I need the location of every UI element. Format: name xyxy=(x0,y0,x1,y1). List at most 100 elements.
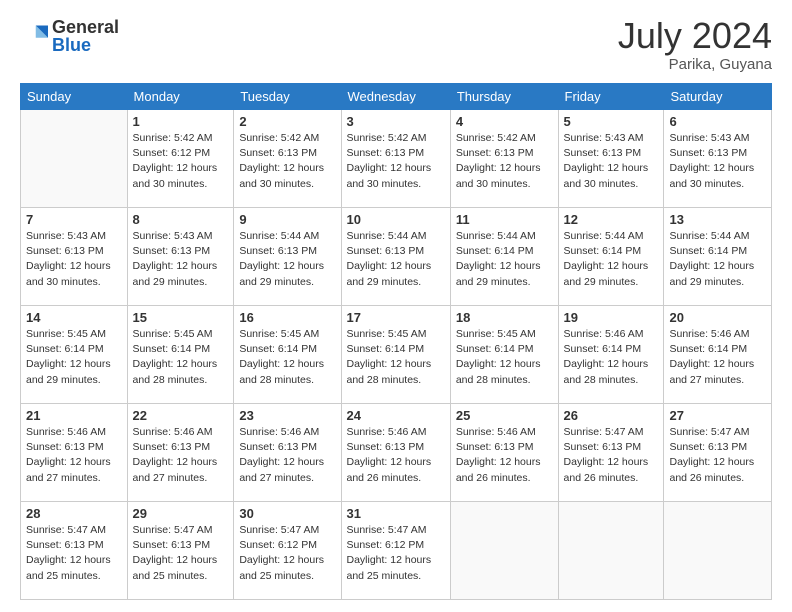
day-number: 16 xyxy=(239,310,335,325)
calendar-cell: 2 Sunrise: 5:42 AMSunset: 6:13 PMDaylight… xyxy=(234,110,341,208)
day-number: 29 xyxy=(133,506,229,521)
day-info: Sunrise: 5:42 AMSunset: 6:13 PMDaylight:… xyxy=(239,131,335,192)
day-number: 26 xyxy=(564,408,659,423)
day-number: 8 xyxy=(133,212,229,227)
day-info: Sunrise: 5:47 AMSunset: 6:12 PMDaylight:… xyxy=(239,523,335,584)
col-thursday: Thursday xyxy=(450,84,558,110)
calendar-week-row: 1Sunrise: 5:42 AMSunset: 6:12 PMDaylight… xyxy=(21,110,772,208)
day-number: 9 xyxy=(239,212,335,227)
calendar-table: Sunday Monday Tuesday Wednesday Thursday… xyxy=(20,83,772,600)
day-info: Sunrise: 5:45 AMSunset: 6:14 PMDaylight:… xyxy=(26,327,122,388)
header-row: Sunday Monday Tuesday Wednesday Thursday… xyxy=(21,84,772,110)
logo: General Blue xyxy=(20,18,119,54)
calendar-cell: 23 Sunrise: 5:46 AMSunset: 6:13 PMDayligh… xyxy=(234,404,341,502)
day-info: Sunrise: 5:46 AMSunset: 6:13 PMDaylight:… xyxy=(456,425,553,486)
calendar-cell xyxy=(558,502,664,600)
col-saturday: Saturday xyxy=(664,84,772,110)
calendar-page: General Blue July 2024 Parika, Guyana Su… xyxy=(0,0,792,612)
day-number: 17 xyxy=(347,310,445,325)
day-number: 4 xyxy=(456,114,553,129)
day-info: Sunrise: 5:46 AMSunset: 6:13 PMDaylight:… xyxy=(133,425,229,486)
calendar-cell: 29 Sunrise: 5:47 AMSunset: 6:13 PMDayligh… xyxy=(127,502,234,600)
calendar-week-row: 21 Sunrise: 5:46 AMSunset: 6:13 PMDayligh… xyxy=(21,404,772,502)
day-info: Sunrise: 5:46 AMSunset: 6:13 PMDaylight:… xyxy=(239,425,335,486)
day-number: 15 xyxy=(133,310,229,325)
col-sunday: Sunday xyxy=(21,84,128,110)
day-info: Sunrise: 5:43 AMSunset: 6:13 PMDaylight:… xyxy=(133,229,229,290)
day-info: Sunrise: 5:46 AMSunset: 6:13 PMDaylight:… xyxy=(347,425,445,486)
calendar-cell: 12Sunrise: 5:44 AMSunset: 6:14 PMDayligh… xyxy=(558,208,664,306)
day-number: 2 xyxy=(239,114,335,129)
calendar-location: Parika, Guyana xyxy=(618,56,772,73)
day-info: Sunrise: 5:47 AMSunset: 6:13 PMDaylight:… xyxy=(564,425,659,486)
logo-blue-text: Blue xyxy=(52,35,91,55)
calendar-week-row: 14Sunrise: 5:45 AMSunset: 6:14 PMDayligh… xyxy=(21,306,772,404)
calendar-cell xyxy=(664,502,772,600)
calendar-cell: 28Sunrise: 5:47 AMSunset: 6:13 PMDayligh… xyxy=(21,502,128,600)
col-monday: Monday xyxy=(127,84,234,110)
day-info: Sunrise: 5:44 AMSunset: 6:14 PMDaylight:… xyxy=(456,229,553,290)
logo-general-text: General xyxy=(52,17,119,37)
calendar-cell: 10Sunrise: 5:44 AMSunset: 6:13 PMDayligh… xyxy=(341,208,450,306)
calendar-cell: 30 Sunrise: 5:47 AMSunset: 6:12 PMDayligh… xyxy=(234,502,341,600)
col-friday: Friday xyxy=(558,84,664,110)
calendar-cell xyxy=(21,110,128,208)
calendar-cell: 27Sunrise: 5:47 AMSunset: 6:13 PMDayligh… xyxy=(664,404,772,502)
calendar-cell: 26 Sunrise: 5:47 AMSunset: 6:13 PMDayligh… xyxy=(558,404,664,502)
calendar-cell: 6Sunrise: 5:43 AMSunset: 6:13 PMDaylight… xyxy=(664,110,772,208)
day-info: Sunrise: 5:47 AMSunset: 6:13 PMDaylight:… xyxy=(26,523,122,584)
calendar-cell: 25 Sunrise: 5:46 AMSunset: 6:13 PMDayligh… xyxy=(450,404,558,502)
day-info: Sunrise: 5:45 AMSunset: 6:14 PMDaylight:… xyxy=(239,327,335,388)
day-info: Sunrise: 5:42 AMSunset: 6:12 PMDaylight:… xyxy=(133,131,229,192)
calendar-cell: 15Sunrise: 5:45 AMSunset: 6:14 PMDayligh… xyxy=(127,306,234,404)
day-number: 21 xyxy=(26,408,122,423)
day-number: 7 xyxy=(26,212,122,227)
header: General Blue July 2024 Parika, Guyana xyxy=(20,18,772,73)
col-wednesday: Wednesday xyxy=(341,84,450,110)
calendar-week-row: 28Sunrise: 5:47 AMSunset: 6:13 PMDayligh… xyxy=(21,502,772,600)
logo-icon xyxy=(20,22,48,50)
day-number: 11 xyxy=(456,212,553,227)
calendar-cell: 3Sunrise: 5:42 AMSunset: 6:13 PMDaylight… xyxy=(341,110,450,208)
day-info: Sunrise: 5:46 AMSunset: 6:14 PMDaylight:… xyxy=(669,327,766,388)
day-number: 5 xyxy=(564,114,659,129)
calendar-cell: 14Sunrise: 5:45 AMSunset: 6:14 PMDayligh… xyxy=(21,306,128,404)
day-number: 31 xyxy=(347,506,445,521)
calendar-cell: 18 Sunrise: 5:45 AMSunset: 6:14 PMDayligh… xyxy=(450,306,558,404)
day-number: 19 xyxy=(564,310,659,325)
day-number: 27 xyxy=(669,408,766,423)
calendar-cell: 16 Sunrise: 5:45 AMSunset: 6:14 PMDayligh… xyxy=(234,306,341,404)
day-info: Sunrise: 5:45 AMSunset: 6:14 PMDaylight:… xyxy=(456,327,553,388)
day-info: Sunrise: 5:43 AMSunset: 6:13 PMDaylight:… xyxy=(564,131,659,192)
day-info: Sunrise: 5:46 AMSunset: 6:14 PMDaylight:… xyxy=(564,327,659,388)
day-number: 13 xyxy=(669,212,766,227)
day-info: Sunrise: 5:47 AMSunset: 6:13 PMDaylight:… xyxy=(133,523,229,584)
day-info: Sunrise: 5:47 AMSunset: 6:12 PMDaylight:… xyxy=(347,523,445,584)
day-number: 18 xyxy=(456,310,553,325)
calendar-week-row: 7 Sunrise: 5:43 AMSunset: 6:13 PMDaylight… xyxy=(21,208,772,306)
calendar-title: July 2024 xyxy=(618,18,772,54)
calendar-cell: 19 Sunrise: 5:46 AMSunset: 6:14 PMDayligh… xyxy=(558,306,664,404)
calendar-cell: 17Sunrise: 5:45 AMSunset: 6:14 PMDayligh… xyxy=(341,306,450,404)
day-number: 25 xyxy=(456,408,553,423)
calendar-cell: 4Sunrise: 5:42 AMSunset: 6:13 PMDaylight… xyxy=(450,110,558,208)
calendar-cell: 9 Sunrise: 5:44 AMSunset: 6:13 PMDaylight… xyxy=(234,208,341,306)
calendar-cell: 11 Sunrise: 5:44 AMSunset: 6:14 PMDayligh… xyxy=(450,208,558,306)
day-number: 30 xyxy=(239,506,335,521)
calendar-cell: 1Sunrise: 5:42 AMSunset: 6:12 PMDaylight… xyxy=(127,110,234,208)
day-info: Sunrise: 5:43 AMSunset: 6:13 PMDaylight:… xyxy=(669,131,766,192)
day-info: Sunrise: 5:42 AMSunset: 6:13 PMDaylight:… xyxy=(347,131,445,192)
calendar-cell xyxy=(450,502,558,600)
calendar-cell: 31 Sunrise: 5:47 AMSunset: 6:12 PMDayligh… xyxy=(341,502,450,600)
day-number: 23 xyxy=(239,408,335,423)
col-tuesday: Tuesday xyxy=(234,84,341,110)
day-info: Sunrise: 5:44 AMSunset: 6:13 PMDaylight:… xyxy=(239,229,335,290)
calendar-body: 1Sunrise: 5:42 AMSunset: 6:12 PMDaylight… xyxy=(21,110,772,600)
title-block: July 2024 Parika, Guyana xyxy=(618,18,772,73)
calendar-cell: 5 Sunrise: 5:43 AMSunset: 6:13 PMDaylight… xyxy=(558,110,664,208)
day-info: Sunrise: 5:46 AMSunset: 6:13 PMDaylight:… xyxy=(26,425,122,486)
calendar-cell: 13Sunrise: 5:44 AMSunset: 6:14 PMDayligh… xyxy=(664,208,772,306)
calendar-cell: 8 Sunrise: 5:43 AMSunset: 6:13 PMDaylight… xyxy=(127,208,234,306)
day-number: 24 xyxy=(347,408,445,423)
calendar-cell: 20Sunrise: 5:46 AMSunset: 6:14 PMDayligh… xyxy=(664,306,772,404)
